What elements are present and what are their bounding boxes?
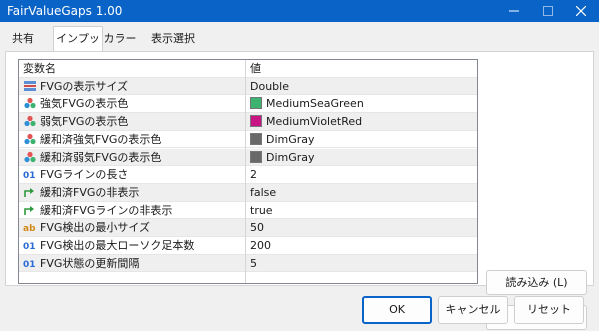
- double-icon: ab: [23, 224, 36, 235]
- property-grid: 変数名 値 FVGの表示サイズ Double 強気FVGの表示色 MediumSeaG…: [18, 59, 478, 284]
- row-name-text: 緩和済FVGの非表示: [40, 185, 140, 199]
- color-icon: [23, 151, 37, 163]
- color-icon: [23, 115, 37, 127]
- row-value-text: false: [250, 185, 277, 199]
- row-value[interactable]: Double: [250, 78, 475, 95]
- row-name: 緩和済弱気FVGの表示色: [23, 149, 245, 166]
- tab-common[interactable]: 共有: [8, 29, 38, 50]
- row-value-text: MediumVioletRed: [266, 115, 363, 129]
- color-swatch: [250, 150, 262, 163]
- tab-strip: 共有 インプット カラー 表示選択: [0, 22, 599, 68]
- row-name-text: 緩和済弱気FVGの表示色: [40, 150, 162, 164]
- row-value-text: 50: [250, 221, 264, 235]
- row-value-text: MediumSeaGreen: [266, 97, 364, 111]
- row-name-text: FVGの表示サイズ: [40, 79, 129, 93]
- row-name: 弱気FVGの表示色: [23, 113, 245, 130]
- color-icon: [23, 97, 37, 109]
- row-value[interactable]: DimGray: [250, 149, 475, 166]
- int-icon: 01: [23, 242, 36, 252]
- title-bar: FairValueGaps 1.00: [0, 0, 599, 22]
- color-icon: [23, 133, 37, 145]
- row-value-text: DimGray: [266, 132, 315, 146]
- tab-inputs[interactable]: インプット: [53, 26, 103, 68]
- grid-row[interactable]: ab FVG検出の最小サイズ 50: [19, 219, 477, 237]
- row-name-text: 強気FVGの表示色: [40, 97, 129, 111]
- tab-colors[interactable]: カラー: [103, 29, 137, 50]
- row-name: 緩和済FVGの非表示: [23, 184, 245, 201]
- row-value[interactable]: MediumVioletRed: [250, 113, 475, 130]
- row-value[interactable]: DimGray: [250, 131, 475, 148]
- color-swatch: [250, 132, 262, 145]
- grid-row[interactable]: 01 FVG検出の最大ローソク足本数 200: [19, 237, 477, 255]
- row-value[interactable]: 2: [250, 166, 475, 183]
- color-swatch: [250, 115, 262, 128]
- row-name-text: 緩和済FVGラインの非表示: [40, 203, 173, 217]
- row-value[interactable]: MediumSeaGreen: [250, 95, 475, 112]
- ok-button[interactable]: OK: [362, 296, 432, 324]
- row-name-text: 緩和済強気FVGの表示色: [40, 132, 162, 146]
- row-value-text: true: [250, 203, 273, 217]
- enum-icon: [23, 80, 37, 92]
- color-swatch: [250, 97, 262, 110]
- row-name-text: FVG検出の最小サイズ: [40, 221, 151, 235]
- row-name: 緩和済強気FVGの表示色: [23, 131, 245, 148]
- row-name: 01 FVGラインの長さ: [23, 166, 245, 183]
- row-value[interactable]: 50: [250, 219, 475, 236]
- row-name: 強気FVGの表示色: [23, 95, 245, 112]
- grid-row[interactable]: 強気FVGの表示色 MediumSeaGreen: [19, 95, 477, 114]
- close-button[interactable]: [567, 0, 595, 22]
- int-icon: 01: [23, 259, 36, 270]
- row-value-text: 200: [250, 239, 271, 252]
- int-icon: 01: [23, 171, 36, 182]
- column-divider[interactable]: [245, 60, 246, 283]
- row-name-text: FVG状態の更新間隔: [40, 256, 140, 270]
- grid-row[interactable]: 01 FVG状態の更新間隔 5: [19, 254, 477, 273]
- cancel-button[interactable]: キャンセル: [438, 296, 508, 324]
- grid-row[interactable]: 弱気FVGの表示色 MediumVioletRed: [19, 113, 477, 131]
- grid-row[interactable]: FVGの表示サイズ Double: [19, 77, 477, 96]
- row-value-text: 5: [250, 256, 257, 270]
- row-name: 緩和済FVGラインの非表示: [23, 202, 245, 219]
- grid-header: 変数名 値: [19, 60, 477, 78]
- maximize-button: [534, 0, 562, 22]
- row-value-text: DimGray: [266, 150, 315, 164]
- row-value-text: 2: [250, 168, 257, 182]
- row-value-text: Double: [250, 79, 289, 93]
- row-value[interactable]: 200: [250, 237, 475, 254]
- row-name: ab FVG検出の最小サイズ: [23, 219, 245, 236]
- row-value[interactable]: false: [250, 184, 475, 201]
- header-name: 変数名: [23, 62, 56, 75]
- reset-button[interactable]: リセット: [514, 296, 584, 324]
- grid-row[interactable]: 緩和済弱気FVGの表示色 DimGray: [19, 148, 477, 167]
- close-icon: [576, 6, 586, 16]
- header-value: 値: [250, 62, 261, 75]
- row-name-text: FVG検出の最大ローソク足本数: [40, 239, 195, 252]
- row-value[interactable]: true: [250, 202, 475, 219]
- grid-row[interactable]: 緩和済FVGの非表示 false: [19, 183, 477, 202]
- inputs-panel: 変数名 値 FVGの表示サイズ Double 強気FVGの表示色 MediumSeaG…: [5, 51, 594, 330]
- minimize-icon: [509, 6, 519, 16]
- row-name: 01 FVG状態の更新間隔: [23, 255, 245, 272]
- tab-display[interactable]: 表示選択: [147, 29, 199, 50]
- minimize-button[interactable]: [500, 0, 528, 22]
- load-button[interactable]: 読み込み (L): [486, 270, 587, 295]
- grid-row[interactable]: 緩和済強気FVGの表示色 DimGray: [19, 131, 477, 149]
- maximize-icon: [543, 6, 553, 16]
- row-name: FVGの表示サイズ: [23, 78, 245, 95]
- grid-row[interactable]: 緩和済FVGラインの非表示 true: [19, 202, 477, 220]
- row-name-text: 弱気FVGの表示色: [40, 115, 129, 129]
- grid-row[interactable]: 01 FVGラインの長さ 2: [19, 166, 477, 184]
- bool-icon: [23, 186, 37, 198]
- row-name-text: FVGラインの長さ: [40, 168, 129, 182]
- row-value[interactable]: 5: [250, 255, 475, 272]
- window-title: FairValueGaps 1.00: [7, 4, 123, 18]
- row-name: 01 FVG検出の最大ローソク足本数: [23, 237, 245, 254]
- bool-icon: [23, 204, 37, 216]
